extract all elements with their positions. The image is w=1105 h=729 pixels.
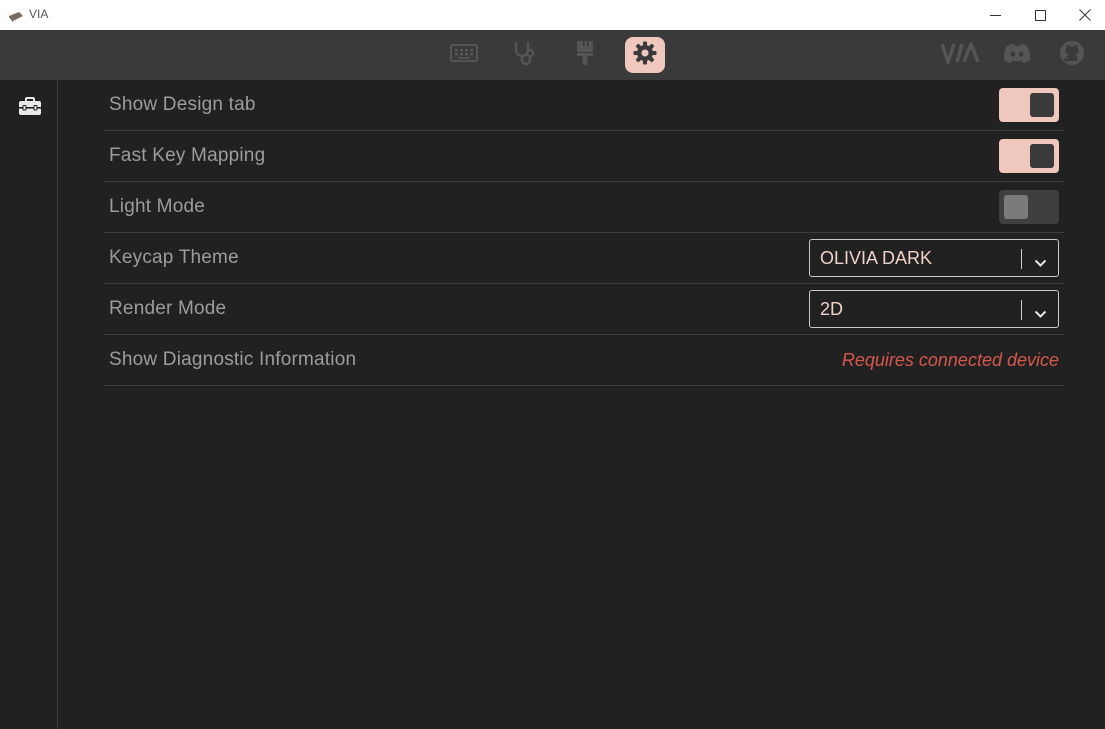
- via-logo-icon: [940, 39, 981, 68]
- keyboard-icon: [450, 43, 478, 67]
- requires-device-warning: Requires connected device: [841, 349, 1059, 370]
- setting-row-diagnostic-info: Show Diagnostic Information Requires con…: [104, 335, 1064, 386]
- minimize-button[interactable]: [972, 0, 1018, 30]
- toolbox-icon: [18, 97, 42, 121]
- setting-row-light-mode: Light Mode: [104, 182, 1064, 233]
- github-icon: [1059, 40, 1085, 70]
- setting-row-fast-key-mapping: Fast Key Mapping: [104, 131, 1064, 182]
- discord-icon: [1003, 42, 1031, 68]
- via-website-link[interactable]: [940, 39, 982, 68]
- maximize-icon: [1034, 9, 1046, 21]
- setting-label: Fast Key Mapping: [109, 145, 266, 166]
- setting-label: Keycap Theme: [109, 247, 239, 268]
- toggle-knob: [1004, 195, 1028, 219]
- setting-label: Show Diagnostic Information: [109, 349, 357, 370]
- setting-label: Show Design tab: [109, 94, 256, 115]
- window-title: VIA: [29, 7, 49, 21]
- sidebar-item-settings[interactable]: [18, 97, 42, 117]
- stethoscope-icon: [511, 40, 537, 70]
- github-link[interactable]: [1058, 40, 1086, 70]
- tab-key-tester[interactable]: [504, 37, 544, 73]
- chevron-down-icon[interactable]: [1034, 253, 1047, 272]
- light-mode-toggle[interactable]: [999, 190, 1059, 224]
- toggle-knob: [1030, 93, 1054, 117]
- sidebar: [0, 80, 58, 729]
- setting-row-keycap-theme: Keycap Theme OLIVIA DARK: [104, 233, 1064, 284]
- top-navigation: [0, 30, 1105, 80]
- tab-settings[interactable]: [625, 37, 665, 73]
- select-separator: [1021, 249, 1022, 269]
- discord-link[interactable]: [1002, 42, 1032, 68]
- minimize-icon: [989, 10, 1001, 21]
- setting-label: Light Mode: [109, 196, 206, 217]
- via-app-icon: [8, 8, 24, 22]
- select-value: 2D: [820, 299, 844, 319]
- close-button[interactable]: [1062, 0, 1105, 30]
- render-mode-select[interactable]: 2D: [809, 290, 1059, 328]
- chevron-down-icon[interactable]: [1034, 304, 1047, 323]
- setting-label: Render Mode: [109, 298, 227, 319]
- toggle-knob: [1030, 144, 1054, 168]
- show-design-tab-toggle[interactable]: [999, 88, 1059, 122]
- tab-configure[interactable]: [444, 37, 484, 73]
- paintbrush-icon: [574, 40, 596, 70]
- select-value: OLIVIA DARK: [820, 248, 933, 268]
- maximize-button[interactable]: [1017, 0, 1063, 30]
- close-icon: [1079, 9, 1091, 21]
- settings-panel: Show Design tab Fast Key Mapping Light M…: [104, 80, 1064, 386]
- keycap-theme-select[interactable]: OLIVIA DARK: [809, 239, 1059, 277]
- select-separator: [1021, 300, 1022, 320]
- fast-key-mapping-toggle[interactable]: [999, 139, 1059, 173]
- gear-icon: [633, 41, 657, 69]
- tab-design[interactable]: [565, 37, 605, 73]
- setting-row-show-design-tab: Show Design tab: [104, 80, 1064, 131]
- window-titlebar: VIA: [0, 0, 1105, 30]
- setting-row-render-mode: Render Mode 2D: [104, 284, 1064, 335]
